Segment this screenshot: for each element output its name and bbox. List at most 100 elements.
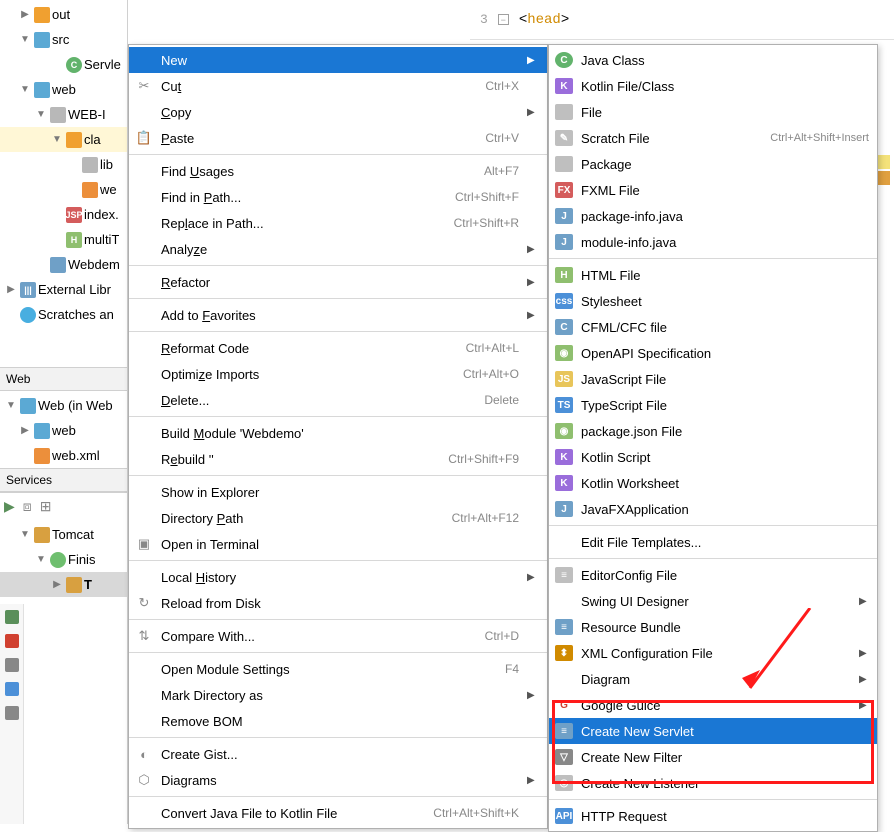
tree-item-src[interactable]: src xyxy=(0,27,127,52)
new-submenu-item[interactable]: ✎Scratch FileCtrl+Alt+Shift+Insert xyxy=(549,125,877,151)
context-menu-item[interactable]: Analyze▶ xyxy=(129,236,547,262)
new-submenu-item[interactable]: ◎Create New Listener xyxy=(549,770,877,796)
new-submenu-item[interactable]: CCFML/CFC file xyxy=(549,314,877,340)
new-submenu-item[interactable]: APIHTTP Request xyxy=(549,803,877,829)
context-menu-item[interactable]: Remove BOM xyxy=(129,708,547,734)
context-menu-item[interactable]: Rebuild ''Ctrl+Shift+F9 xyxy=(129,446,547,472)
submenu-label: OpenAPI Specification xyxy=(581,346,869,361)
services-finish[interactable]: Finis xyxy=(0,547,127,572)
new-submenu-item[interactable]: Jmodule-info.java xyxy=(549,229,877,255)
submenu-label: Create New Filter xyxy=(581,750,869,765)
new-submenu-item[interactable]: ⬍XML Configuration File▶ xyxy=(549,640,877,666)
editor-code[interactable]: <head> xyxy=(519,12,569,28)
context-menu-item[interactable]: ⇅Compare With...Ctrl+D xyxy=(129,623,547,649)
tree-item-index[interactable]: JSPindex. xyxy=(0,202,127,227)
new-submenu-item[interactable]: KKotlin Script xyxy=(549,444,877,470)
debug-gutter-icon[interactable] xyxy=(5,634,19,648)
context-menu-item[interactable]: Refactor▶ xyxy=(129,269,547,295)
context-menu-item[interactable]: ▣Open in Terminal xyxy=(129,531,547,557)
new-submenu-item[interactable]: TSTypeScript File xyxy=(549,392,877,418)
run-icon[interactable]: ▶ xyxy=(4,498,15,515)
file-type-icon: TS xyxy=(555,397,573,413)
tree-icon[interactable]: ⊞ xyxy=(40,498,52,515)
context-menu-item[interactable]: Mark Directory as▶ xyxy=(129,682,547,708)
tree-item-webinf[interactable]: WEB-I xyxy=(0,102,127,127)
new-submenu-item[interactable]: JSJavaScript File xyxy=(549,366,877,392)
context-menu-item[interactable]: Add to Favorites▶ xyxy=(129,302,547,328)
context-menu-item[interactable]: New▶ xyxy=(129,47,547,73)
submenu-arrow-icon: ▶ xyxy=(859,648,869,659)
services-tomcat[interactable]: Tomcat xyxy=(0,522,127,547)
context-menu-item[interactable]: ◐Create Gist... xyxy=(129,741,547,767)
context-menu-item[interactable]: Local History▶ xyxy=(129,564,547,590)
new-submenu-item[interactable]: ≡EditorConfig File xyxy=(549,562,877,588)
new-submenu-item[interactable]: ◉package.json File xyxy=(549,418,877,444)
new-submenu-item[interactable]: ▽Create New Filter xyxy=(549,744,877,770)
web-root[interactable]: Web (in Web xyxy=(0,393,127,418)
context-menu-item[interactable]: Directory PathCtrl+Alt+F12 xyxy=(129,505,547,531)
new-submenu-item[interactable]: JJavaFXApplication xyxy=(549,496,877,522)
new-submenu-item[interactable]: KKotlin Worksheet xyxy=(549,470,877,496)
tree-item-extlib[interactable]: |||External Libr xyxy=(0,277,127,302)
web-folder[interactable]: web xyxy=(0,418,127,443)
context-menu-item[interactable]: Find UsagesAlt+F7 xyxy=(129,158,547,184)
tree-item-lib[interactable]: lib xyxy=(0,152,127,177)
more-gutter-icon[interactable] xyxy=(5,706,19,720)
new-submenu-item[interactable]: FXFXML File xyxy=(549,177,877,203)
menu-item-icon: ↻ xyxy=(135,595,153,611)
new-submenu-item[interactable]: HHTML File xyxy=(549,262,877,288)
new-submenu-item[interactable]: Swing UI Designer▶ xyxy=(549,588,877,614)
stop-gutter-icon[interactable] xyxy=(5,658,19,672)
context-menu-item[interactable]: Show in Explorer xyxy=(129,479,547,505)
menu-item-shortcut: Ctrl+Alt+Shift+K xyxy=(433,806,519,820)
context-menu-item[interactable]: ⬡Diagrams▶ xyxy=(129,767,547,793)
menu-item-label: Paste xyxy=(161,131,477,146)
fold-icon[interactable]: − xyxy=(498,14,509,25)
new-submenu-item[interactable]: KKotlin File/Class xyxy=(549,73,877,99)
web-xml[interactable]: web.xml xyxy=(0,443,127,468)
new-submenu-item[interactable]: ≡Create New Servlet xyxy=(549,718,877,744)
context-menu-item[interactable]: 📋PasteCtrl+V xyxy=(129,125,547,151)
tree-item-webdemo[interactable]: Webdem xyxy=(0,252,127,277)
tree-item-classes[interactable]: cla xyxy=(0,127,127,152)
context-menu-item[interactable]: Replace in Path...Ctrl+Shift+R xyxy=(129,210,547,236)
new-submenu-item[interactable]: CJava Class xyxy=(549,47,877,73)
context-menu-item[interactable]: Build Module 'Webdemo' xyxy=(129,420,547,446)
new-submenu-item[interactable]: ◉OpenAPI Specification xyxy=(549,340,877,366)
new-submenu-item[interactable]: ≡Resource Bundle xyxy=(549,614,877,640)
new-submenu-item[interactable]: File xyxy=(549,99,877,125)
submenu-arrow-icon: ▶ xyxy=(527,572,537,583)
new-submenu-item[interactable]: Package xyxy=(549,151,877,177)
tree-item-out[interactable]: out xyxy=(0,2,127,27)
new-submenu-item[interactable]: GGoogle Guice▶ xyxy=(549,692,877,718)
web-panel-header[interactable]: Web xyxy=(0,367,127,391)
context-menu-item[interactable]: ✂CutCtrl+X xyxy=(129,73,547,99)
context-menu-item[interactable]: Reformat CodeCtrl+Alt+L xyxy=(129,335,547,361)
new-submenu-item[interactable]: Jpackage-info.java xyxy=(549,203,877,229)
context-menu-item[interactable]: Delete...Delete xyxy=(129,387,547,413)
filter-icon[interactable]: ⧈ xyxy=(23,498,32,515)
tree-item-servlet[interactable]: CServle xyxy=(0,52,127,77)
services-task[interactable]: T xyxy=(0,572,127,597)
tree-item-webxml[interactable]: we xyxy=(0,177,127,202)
submenu-label: Diagram xyxy=(581,672,851,687)
tool-gutter-icon[interactable] xyxy=(5,682,19,696)
submenu-label: package.json File xyxy=(581,424,869,439)
tree-item-multit[interactable]: HmultiT xyxy=(0,227,127,252)
context-menu-item[interactable]: Convert Java File to Kotlin FileCtrl+Alt… xyxy=(129,800,547,826)
context-menu-item[interactable]: Open Module SettingsF4 xyxy=(129,656,547,682)
context-menu-item[interactable]: Optimize ImportsCtrl+Alt+O xyxy=(129,361,547,387)
tree-item-web[interactable]: web xyxy=(0,77,127,102)
folder-icon xyxy=(34,32,50,48)
new-submenu-item[interactable]: Edit File Templates... xyxy=(549,529,877,555)
new-submenu-item[interactable]: Diagram▶ xyxy=(549,666,877,692)
submenu-arrow-icon: ▶ xyxy=(527,277,537,288)
context-menu-item[interactable]: ↻Reload from Disk xyxy=(129,590,547,616)
context-menu-item[interactable]: Copy▶ xyxy=(129,99,547,125)
file-type-icon: K xyxy=(555,449,573,465)
services-panel-header[interactable]: Services xyxy=(0,468,127,492)
tree-item-scratches[interactable]: Scratches an xyxy=(0,302,127,327)
new-submenu-item[interactable]: cssStylesheet xyxy=(549,288,877,314)
run-gutter-icon[interactable] xyxy=(5,610,19,624)
context-menu-item[interactable]: Find in Path...Ctrl+Shift+F xyxy=(129,184,547,210)
